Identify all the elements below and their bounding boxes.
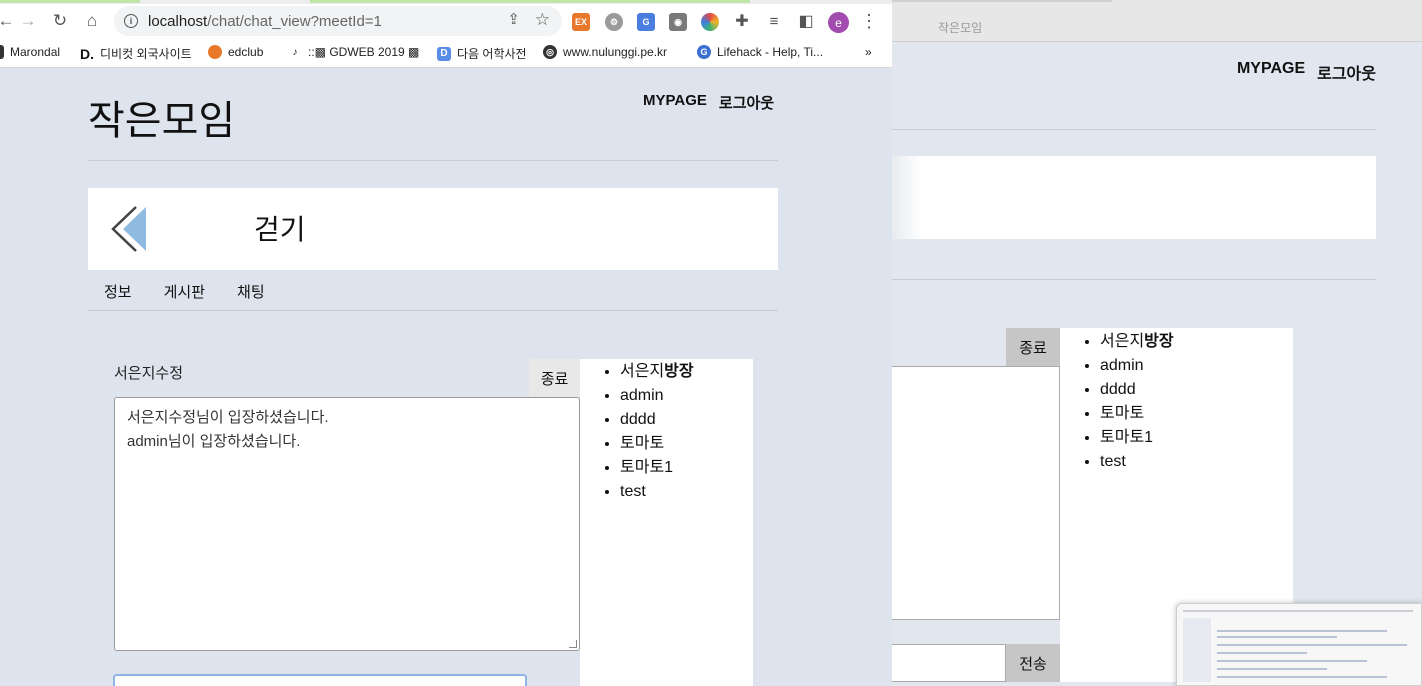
bookmark-nulunggi[interactable]: ◎ www.nulunggi.pe.kr xyxy=(543,45,667,59)
gear-extension-icon[interactable]: ⚙ xyxy=(605,13,623,31)
logout-link[interactable]: 로그아웃 xyxy=(719,92,774,113)
mypage-link[interactable]: MYPAGE xyxy=(643,92,707,113)
bookmark-star-icon[interactable]: ☆ xyxy=(535,10,550,30)
code-editor-thumbnail[interactable] xyxy=(1176,603,1422,686)
back-arrow-icon[interactable] xyxy=(108,204,148,254)
resize-handle-icon[interactable] xyxy=(569,640,577,648)
bookmark-label: 다음 어학사전 xyxy=(457,47,527,61)
profile-avatar[interactable]: e xyxy=(828,12,849,33)
bookmark-dbcut[interactable]: D. 디비컷 외국사이트 xyxy=(80,45,192,62)
camera-extension-icon[interactable]: ◉ xyxy=(669,13,687,31)
participant-item: 토마토1 xyxy=(620,456,753,480)
meeting-name: 걷기 xyxy=(254,214,306,245)
bookmark-favicon-icon xyxy=(0,45,4,59)
address-bar[interactable]: i localhost/chat/chat_view?meetId=1 ⇪ ☆ xyxy=(114,6,562,36)
background-tab-accent xyxy=(892,0,1112,2)
participant-owner: 서은지방장 xyxy=(1100,330,1293,354)
background-tab-bar: 작은모임 xyxy=(892,0,1422,42)
tabs-divider xyxy=(88,310,778,311)
site-info-icon[interactable]: i xyxy=(124,14,138,28)
bookmark-favicon-icon xyxy=(208,45,222,59)
background-meeting-header xyxy=(892,156,1376,239)
background-window-title: 작은모임 xyxy=(938,21,983,35)
participant-item: admin xyxy=(620,384,753,408)
participant-item: admin xyxy=(1100,354,1293,378)
background-logout-link[interactable]: 로그아웃 xyxy=(1317,60,1376,84)
bookmark-daum-dictionary[interactable]: D 다음 어학사전 xyxy=(437,45,527,62)
bookmark-label: edclub xyxy=(228,45,264,59)
reload-icon[interactable]: ↻ xyxy=(48,8,72,34)
message-input[interactable] xyxy=(113,674,527,686)
background-top-nav: MYPAGE 로그아웃 xyxy=(1237,60,1376,84)
participant-item: test xyxy=(620,480,753,504)
background-message-input[interactable] xyxy=(892,644,1006,682)
ex-extension-icon[interactable]: EX xyxy=(572,13,590,31)
bookmark-favicon-icon: D. xyxy=(80,45,94,62)
bookmark-favicon-icon: ♪ xyxy=(292,46,298,58)
media-control-icon[interactable]: ≡ xyxy=(762,8,786,34)
bookmark-label: Marondal xyxy=(10,45,61,59)
menu-kebab-icon[interactable]: ⋮ xyxy=(857,8,881,34)
site-title[interactable]: 작은모임 xyxy=(88,88,235,146)
participant-item: dddd xyxy=(620,408,753,432)
bookmark-edclub[interactable]: edclub xyxy=(208,45,263,59)
tab-board[interactable]: 게시판 xyxy=(164,281,205,302)
meeting-tabs: 정보 게시판 채팅 xyxy=(104,281,265,302)
bookmark-favicon-icon: G xyxy=(697,45,711,59)
tab-info[interactable]: 정보 xyxy=(104,281,132,302)
background-divider xyxy=(892,129,1376,130)
meeting-header: 걷기 xyxy=(88,188,778,270)
participant-item: 토마토 xyxy=(1100,402,1293,426)
header-divider xyxy=(88,160,778,161)
background-browser-window: 작은모임 MYPAGE 로그아웃 종료 서은지방장 admin dddd 토마토… xyxy=(892,0,1422,686)
end-chat-button[interactable]: 종료 xyxy=(529,359,580,397)
puzzle-extensions-icon[interactable]: ✚ xyxy=(730,8,754,34)
bookmarks-bar: Marondal D. 디비컷 외국사이트 edclub ♪ ::▩ GDWEB… xyxy=(0,38,892,68)
background-divider xyxy=(892,279,1376,280)
browser-toolbar: ← → ↻ ⌂ i localhost/chat/chat_view?meetI… xyxy=(0,4,892,38)
background-send-button[interactable]: 전송 xyxy=(1006,644,1060,682)
top-nav: MYPAGE 로그아웃 xyxy=(643,92,774,113)
bookmark-label: Lifehack - Help, Ti... xyxy=(717,45,824,59)
background-mypage-link[interactable]: MYPAGE xyxy=(1237,60,1305,84)
participant-list: 서은지방장 admin dddd 토마토 토마토1 test xyxy=(580,359,753,686)
side-panel-icon[interactable]: ◧ xyxy=(794,8,818,34)
color-wheel-extension-icon[interactable] xyxy=(701,13,719,31)
participant-item: dddd xyxy=(1100,378,1293,402)
share-icon[interactable]: ⇪ xyxy=(507,10,520,28)
background-chat-log xyxy=(892,366,1060,620)
url-text: localhost/chat/chat_view?meetId=1 xyxy=(148,12,382,30)
globe-icon: ◎ xyxy=(543,45,557,59)
bookmarks-overflow-button[interactable]: » xyxy=(865,45,872,59)
chat-message: admin님이 입장하셨습니다. xyxy=(127,433,301,450)
bookmark-lifehack[interactable]: G Lifehack - Help, Ti... xyxy=(697,45,823,59)
bookmark-favicon-icon: D xyxy=(437,46,451,61)
participant-item: 토마토1 xyxy=(1100,426,1293,450)
browser-window: ← → ↻ ⌂ i localhost/chat/chat_view?meetI… xyxy=(0,0,892,686)
bookmark-label: www.nulunggi.pe.kr xyxy=(563,45,668,59)
participant-item: 토마토 xyxy=(620,432,753,456)
forward-icon[interactable]: → xyxy=(16,8,40,34)
translate-extension-icon[interactable]: G xyxy=(637,13,655,31)
background-end-button[interactable]: 종료 xyxy=(1006,328,1060,366)
chat-log[interactable]: 서은지수정님이 입장하셨습니다. admin님이 입장하셨습니다. xyxy=(114,397,580,651)
bookmark-label: 디비컷 외국사이트 xyxy=(100,47,192,61)
tab-chat[interactable]: 채팅 xyxy=(237,281,265,302)
participant-item: test xyxy=(1100,450,1293,474)
bookmark-gdweb[interactable]: ♪ ::▩ GDWEB 2019 ▩ xyxy=(288,45,420,59)
chat-message: 서은지수정님이 입장하셨습니다. xyxy=(127,409,329,426)
chat-current-user: 서은지수정 xyxy=(114,365,184,382)
bookmark-label: ::▩ GDWEB 2019 ▩ xyxy=(308,45,420,59)
bookmark-marondal[interactable]: Marondal xyxy=(0,45,60,59)
participant-owner: 서은지방장 xyxy=(620,360,753,384)
home-icon[interactable]: ⌂ xyxy=(80,8,104,34)
